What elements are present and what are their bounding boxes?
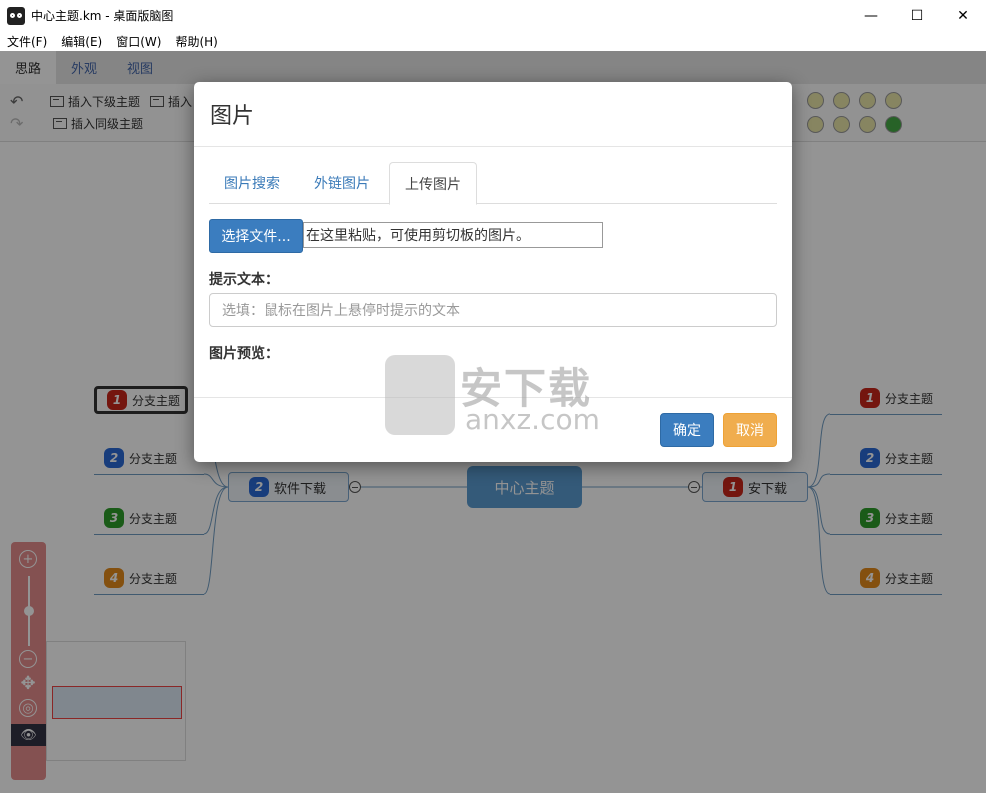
ok-button[interactable]: 确定 <box>660 413 714 447</box>
hint-text-input[interactable]: 选填：鼠标在图片上悬停时提示的文本 <box>209 293 777 327</box>
watermark-domain: anxz.com <box>465 403 600 436</box>
watermark: 安下载 anxz.com <box>385 355 605 440</box>
paste-area[interactable]: 在这里粘贴，可使用剪切板的图片。 <box>303 222 603 248</box>
tab-image-search[interactable]: 图片搜索 <box>209 162 295 204</box>
dialog-tabs: 图片搜索 外链图片 上传图片 <box>209 162 777 205</box>
shield-logo-icon <box>385 355 455 435</box>
cancel-button[interactable]: 取消 <box>723 413 777 447</box>
dialog-divider <box>194 146 792 147</box>
choose-file-button[interactable]: 选择文件... <box>209 219 303 253</box>
image-preview-label: 图片预览： <box>209 346 279 362</box>
hint-text-label: 提示文本： <box>209 272 279 288</box>
dialog-title: 图片 <box>210 104 255 129</box>
tab-upload-image[interactable]: 上传图片 <box>389 162 477 205</box>
tab-external-image[interactable]: 外链图片 <box>299 162 385 204</box>
